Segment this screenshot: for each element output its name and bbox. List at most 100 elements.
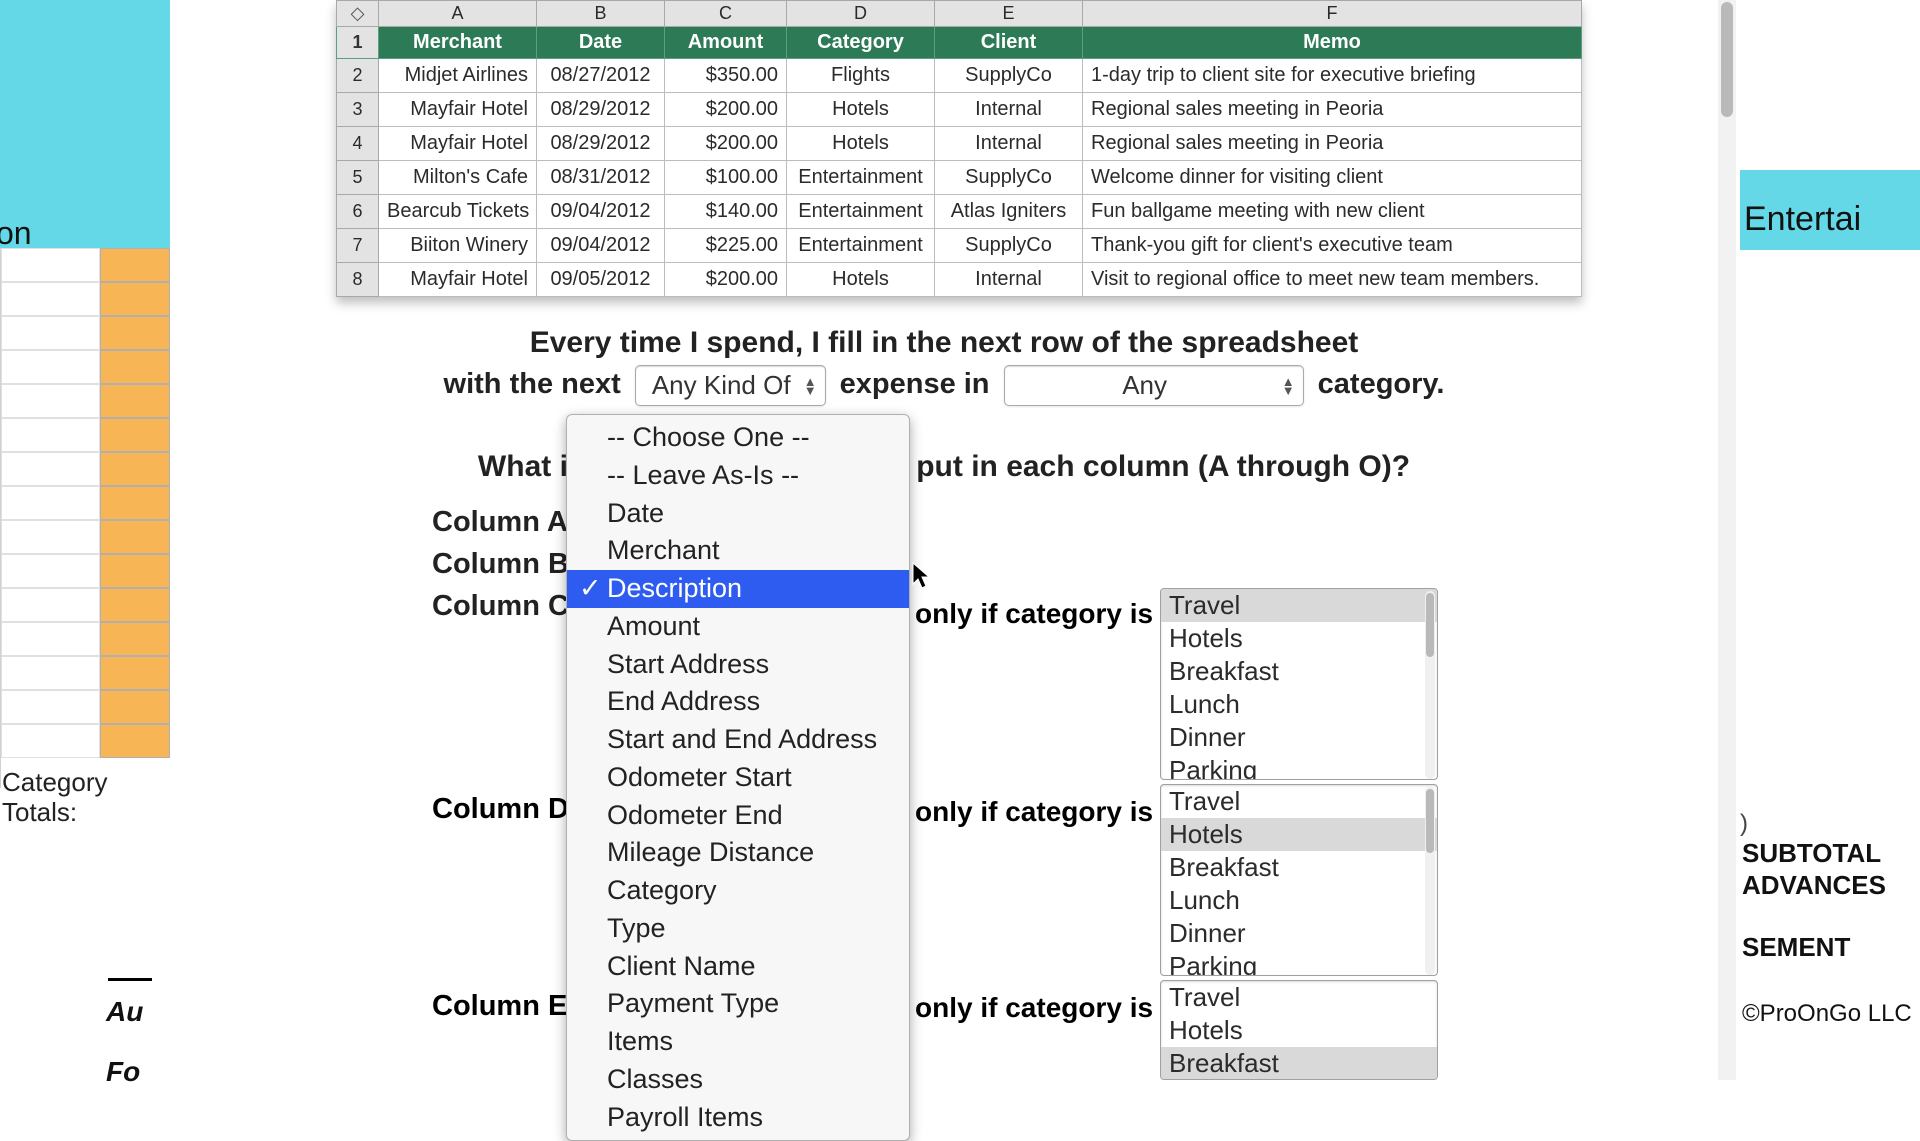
list-item[interactable]: Hotels [1161,818,1437,851]
category-list-e[interactable]: Travel Hotels Breakfast [1160,980,1438,1080]
cell[interactable]: Hotels [787,93,935,127]
scrollbar-thumb[interactable] [1426,789,1434,853]
dropdown-option[interactable]: Payment Type [567,985,909,1023]
cell[interactable]: Mayfair Hotel [379,127,537,161]
row-number[interactable]: 2 [337,59,379,93]
category-list-d[interactable]: Travel Hotels Breakfast Lunch Dinner Par… [1160,784,1438,976]
list-item[interactable]: Lunch [1161,688,1437,721]
cell[interactable]: Flights [787,59,935,93]
row-number[interactable]: 6 [337,195,379,229]
cell[interactable]: Entertainment [787,195,935,229]
cell[interactable]: $200.00 [665,263,787,297]
cell[interactable]: 1-day trip to client site for executive … [1083,59,1582,93]
row-number[interactable]: 7 [337,229,379,263]
dropdown-option[interactable]: Type [567,910,909,948]
list-item[interactable]: Breakfast [1161,655,1437,688]
dropdown-option[interactable]: Date [567,495,909,533]
cell[interactable]: Regional sales meeting in Peoria [1083,93,1582,127]
cell[interactable]: SupplyCo [935,161,1083,195]
dropdown-option[interactable]: Client Name [567,948,909,986]
cell[interactable]: Hotels [787,127,935,161]
list-item[interactable]: Lunch [1161,884,1437,917]
list-scrollbar[interactable] [1425,591,1435,779]
dropdown-option[interactable]: Amount [567,608,909,646]
cell[interactable]: SupplyCo [935,59,1083,93]
cell[interactable]: Thank-you gift for client's executive te… [1083,229,1582,263]
cell[interactable]: $140.00 [665,195,787,229]
column-mapping-dropdown[interactable]: -- Choose One -- -- Leave As-Is -- Date … [566,414,910,1141]
row-number[interactable]: 8 [337,263,379,297]
cell[interactable]: $200.00 [665,127,787,161]
cell[interactable]: $350.00 [665,59,787,93]
dropdown-option[interactable]: Category [567,872,909,910]
scrollbar-thumb[interactable] [1721,2,1733,117]
cell[interactable]: $100.00 [665,161,787,195]
row-number[interactable]: 1 [337,27,379,59]
category-filter-select[interactable]: Any ▲▼ [1004,365,1304,406]
col-letter[interactable]: B [537,1,665,27]
cell[interactable]: Internal [935,127,1083,161]
row-number[interactable]: 5 [337,161,379,195]
cell[interactable]: $200.00 [665,93,787,127]
cell[interactable]: Internal [935,93,1083,127]
dropdown-option-selected[interactable]: Description [567,570,909,608]
list-item[interactable]: Travel [1161,589,1437,622]
list-item[interactable]: Parking [1161,950,1437,976]
dropdown-option[interactable]: Payroll Items [567,1099,909,1137]
cell[interactable]: Bearcub Tickets [379,195,537,229]
list-item[interactable]: Hotels [1161,1014,1437,1047]
select-all-cell[interactable]: ◇ [337,1,379,27]
cell[interactable]: 09/04/2012 [537,195,665,229]
dropdown-option[interactable]: Merchant [567,532,909,570]
list-item[interactable]: Hotels [1161,622,1437,655]
dropdown-option[interactable]: -- Leave As-Is -- [567,457,909,495]
list-item[interactable]: Travel [1161,981,1437,1014]
col-letter[interactable]: C [665,1,787,27]
scrollbar-thumb[interactable] [1426,593,1434,657]
cell[interactable]: 08/31/2012 [537,161,665,195]
kind-select[interactable]: Any Kind Of ▲▼ [635,365,826,406]
row-number[interactable]: 4 [337,127,379,161]
cell[interactable]: Fun ballgame meeting with new client [1083,195,1582,229]
cell[interactable]: $225.00 [665,229,787,263]
dropdown-option[interactable]: Odometer Start [567,759,909,797]
col-letter[interactable]: D [787,1,935,27]
cell[interactable]: Biiton Winery [379,229,537,263]
cell[interactable]: 08/29/2012 [537,127,665,161]
cell[interactable]: Regional sales meeting in Peoria [1083,127,1582,161]
dropdown-option[interactable]: Odometer End [567,797,909,835]
dropdown-option[interactable]: Items [567,1023,909,1061]
cell[interactable]: 09/05/2012 [537,263,665,297]
cell[interactable]: 09/04/2012 [537,229,665,263]
list-item[interactable]: Parking [1161,754,1437,780]
row-number[interactable]: 3 [337,93,379,127]
cell[interactable]: Mayfair Hotel [379,93,537,127]
cell[interactable]: Mayfair Hotel [379,263,537,297]
dropdown-option[interactable]: Start and End Address [567,721,909,759]
cell[interactable]: Hotels [787,263,935,297]
list-item[interactable]: Breakfast [1161,851,1437,884]
cell[interactable]: Atlas Igniters [935,195,1083,229]
cell[interactable]: Internal [935,263,1083,297]
list-item[interactable]: Dinner [1161,721,1437,754]
dropdown-option[interactable]: End Address [567,683,909,721]
list-item[interactable]: Travel [1161,785,1437,818]
dropdown-option[interactable]: Start Address [567,646,909,684]
list-item[interactable]: Dinner [1161,917,1437,950]
panel-scrollbar[interactable] [1718,0,1736,1080]
cell[interactable]: Midjet Airlines [379,59,537,93]
cell[interactable]: Entertainment [787,229,935,263]
cell[interactable]: 08/27/2012 [537,59,665,93]
cell[interactable]: 08/29/2012 [537,93,665,127]
cell[interactable]: SupplyCo [935,229,1083,263]
cell[interactable]: Milton's Cafe [379,161,537,195]
cell[interactable]: Welcome dinner for visiting client [1083,161,1582,195]
cell[interactable]: Entertainment [787,161,935,195]
list-scrollbar[interactable] [1425,787,1435,975]
col-letter[interactable]: A [379,1,537,27]
col-letter[interactable]: F [1083,1,1582,27]
category-list-c[interactable]: Travel Hotels Breakfast Lunch Dinner Par… [1160,588,1438,780]
list-item[interactable]: Breakfast [1161,1047,1437,1080]
cell[interactable]: Visit to regional office to meet new tea… [1083,263,1582,297]
dropdown-option[interactable]: Mileage Distance [567,834,909,872]
